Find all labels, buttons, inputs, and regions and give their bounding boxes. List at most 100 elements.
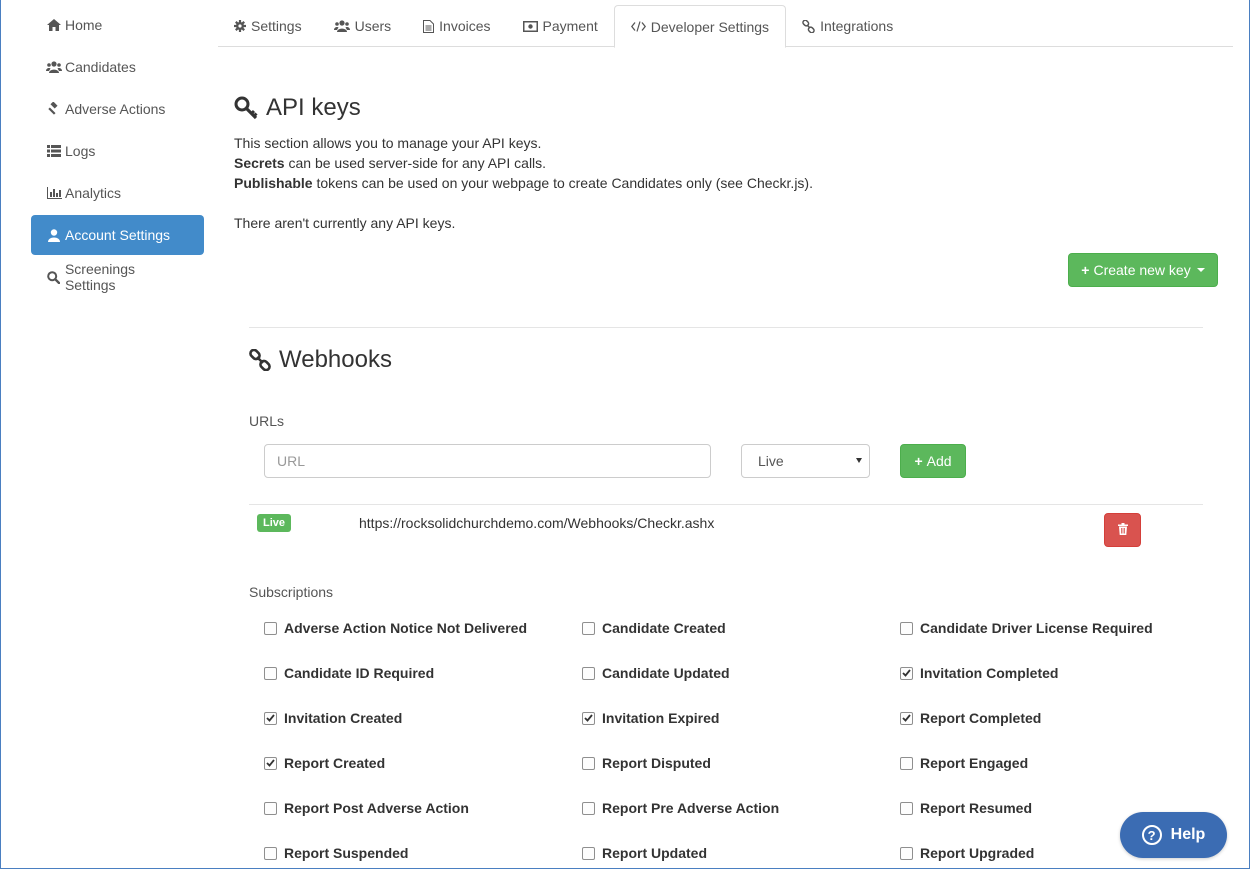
subscription-label: Invitation Created <box>284 710 403 726</box>
section-divider <box>249 327 1203 328</box>
url-input[interactable] <box>264 444 711 478</box>
subscription-checkbox[interactable] <box>900 666 913 680</box>
document-icon <box>423 19 435 33</box>
tab-developer-settings[interactable]: Developer Settings <box>613 5 787 48</box>
key-icon <box>234 96 258 120</box>
subscription-item[interactable]: Report Completed <box>900 710 1041 726</box>
sidebar-item-label: Analytics <box>65 185 122 201</box>
sidebar-item-account-settings[interactable]: Account Settings <box>31 215 204 255</box>
subscription-checkbox[interactable] <box>900 801 913 815</box>
create-new-key-label: Create new key <box>1093 262 1191 278</box>
subscription-item[interactable]: Report Upgraded <box>900 845 1034 861</box>
live-badge: Live <box>257 514 292 532</box>
checkmark-icon <box>902 669 911 677</box>
tab-label: Integrations <box>820 18 894 34</box>
subscription-item[interactable]: Report Pre Adverse Action <box>582 800 779 816</box>
api-keys-intro: This section allows you to manage your A… <box>234 135 542 151</box>
subscription-label: Invitation Expired <box>602 710 720 726</box>
subscription-checkbox[interactable] <box>264 846 277 860</box>
secrets-label: Secrets <box>234 155 285 171</box>
subscription-checkbox[interactable] <box>264 756 277 770</box>
subscription-checkbox[interactable] <box>582 621 595 635</box>
search-icon <box>46 270 62 284</box>
caret-down-icon <box>1196 268 1205 272</box>
subscription-checkbox[interactable] <box>264 711 277 725</box>
code-icon <box>630 21 646 32</box>
subscription-label: Report Engaged <box>920 755 1029 771</box>
subscription-label: Report Upgraded <box>920 845 1035 861</box>
subscription-item[interactable]: Candidate Driver License Required <box>900 620 1153 636</box>
subscription-label: Report Disputed <box>602 755 711 771</box>
create-new-key-button[interactable]: + Create new key <box>1068 253 1218 287</box>
subscription-checkbox[interactable] <box>900 711 913 725</box>
subscription-checkbox[interactable] <box>582 666 595 680</box>
sidebar-item-analytics[interactable]: Analytics <box>31 173 204 213</box>
sidebar-item-logs[interactable]: Logs <box>31 131 204 171</box>
help-button[interactable]: ? Help <box>1120 812 1227 858</box>
subscription-label: Report Completed <box>920 710 1042 726</box>
tab-payment[interactable]: Payment <box>507 5 614 47</box>
subscription-item[interactable]: Report Suspended <box>264 845 408 861</box>
tab-settings[interactable]: Settings <box>218 5 318 47</box>
subscription-label: Report Resumed <box>920 800 1033 816</box>
sidebar-item-adverse-actions[interactable]: Adverse Actions <box>31 89 204 129</box>
sidebar-item-candidates[interactable]: Candidates <box>31 47 204 87</box>
publishable-text: tokens can be used on your webpage to cr… <box>312 175 813 191</box>
subscription-item[interactable]: Candidate Updated <box>582 665 730 681</box>
subscription-checkbox[interactable] <box>582 711 595 725</box>
tab-label: Invoices <box>439 18 491 34</box>
subscription-item[interactable]: Report Post Adverse Action <box>264 800 469 816</box>
subscription-item[interactable]: Invitation Completed <box>900 665 1058 681</box>
webhook-url: https://rocksolidchurchdemo.com/Webhooks… <box>359 515 715 531</box>
subscription-checkbox[interactable] <box>264 801 277 815</box>
subscription-checkbox[interactable] <box>582 756 595 770</box>
subscription-item[interactable]: Candidate ID Required <box>264 665 434 681</box>
sidebar-item-home[interactable]: Home <box>31 5 204 45</box>
subscription-label: Report Updated <box>602 845 707 861</box>
subscription-label: Candidate Created <box>602 620 726 636</box>
subscription-checkbox[interactable] <box>264 621 277 635</box>
checkmark-icon <box>584 714 593 722</box>
environment-select[interactable]: Live <box>741 444 870 478</box>
tab-label: Developer Settings <box>650 18 770 35</box>
subscription-label: Candidate Updated <box>602 665 730 681</box>
link-icon <box>802 19 815 33</box>
sidebar-item-screenings-settings[interactable]: Screenings Settings <box>31 257 204 297</box>
subscription-checkbox[interactable] <box>900 846 913 860</box>
subscription-checkbox[interactable] <box>900 621 913 635</box>
tab-invoices[interactable]: Invoices <box>407 5 506 47</box>
add-webhook-button[interactable]: + Add <box>900 444 966 478</box>
trash-icon <box>1117 522 1128 538</box>
subscription-item[interactable]: Invitation Expired <box>582 710 719 726</box>
checkmark-icon <box>266 714 275 722</box>
user-icon <box>46 228 62 242</box>
tab-integrations[interactable]: Integrations <box>786 5 909 47</box>
subscription-item[interactable]: Adverse Action Notice Not Delivered <box>264 620 527 636</box>
subscription-label: Adverse Action Notice Not Delivered <box>284 620 527 636</box>
plus-icon: + <box>1081 262 1090 278</box>
add-webhook-label: Add <box>926 453 952 469</box>
secrets-text: can be used server-side for any API call… <box>284 155 547 171</box>
subscription-item[interactable]: Report Disputed <box>582 755 711 771</box>
subscription-item[interactable]: Report Resumed <box>900 800 1032 816</box>
checkmark-icon <box>266 759 275 767</box>
subscription-item[interactable]: Invitation Created <box>264 710 402 726</box>
subscription-label: Report Created <box>284 755 386 771</box>
link-icon <box>249 349 271 371</box>
subscription-checkbox[interactable] <box>900 756 913 770</box>
subscription-checkbox[interactable] <box>582 846 595 860</box>
settings-tabs: Settings Users Invoices Payment Develope… <box>218 5 1233 48</box>
subscription-item[interactable]: Report Created <box>264 755 385 771</box>
environment-select-value: Live <box>758 453 784 469</box>
subscription-checkbox[interactable] <box>582 801 595 815</box>
publishable-description: Publishable tokens can be used on your w… <box>234 175 813 191</box>
help-label: Help <box>1170 826 1206 843</box>
subscription-item[interactable]: Report Engaged <box>900 755 1028 771</box>
subscription-item[interactable]: Report Updated <box>582 845 707 861</box>
tab-users[interactable]: Users <box>318 5 408 47</box>
delete-webhook-button[interactable] <box>1104 513 1141 547</box>
subscription-item[interactable]: Candidate Created <box>582 620 726 636</box>
sidebar-nav: Home Candidates Adverse Actions Logs Ana… <box>31 5 204 299</box>
subscription-checkbox[interactable] <box>264 666 277 680</box>
publishable-label: Publishable <box>234 175 313 191</box>
